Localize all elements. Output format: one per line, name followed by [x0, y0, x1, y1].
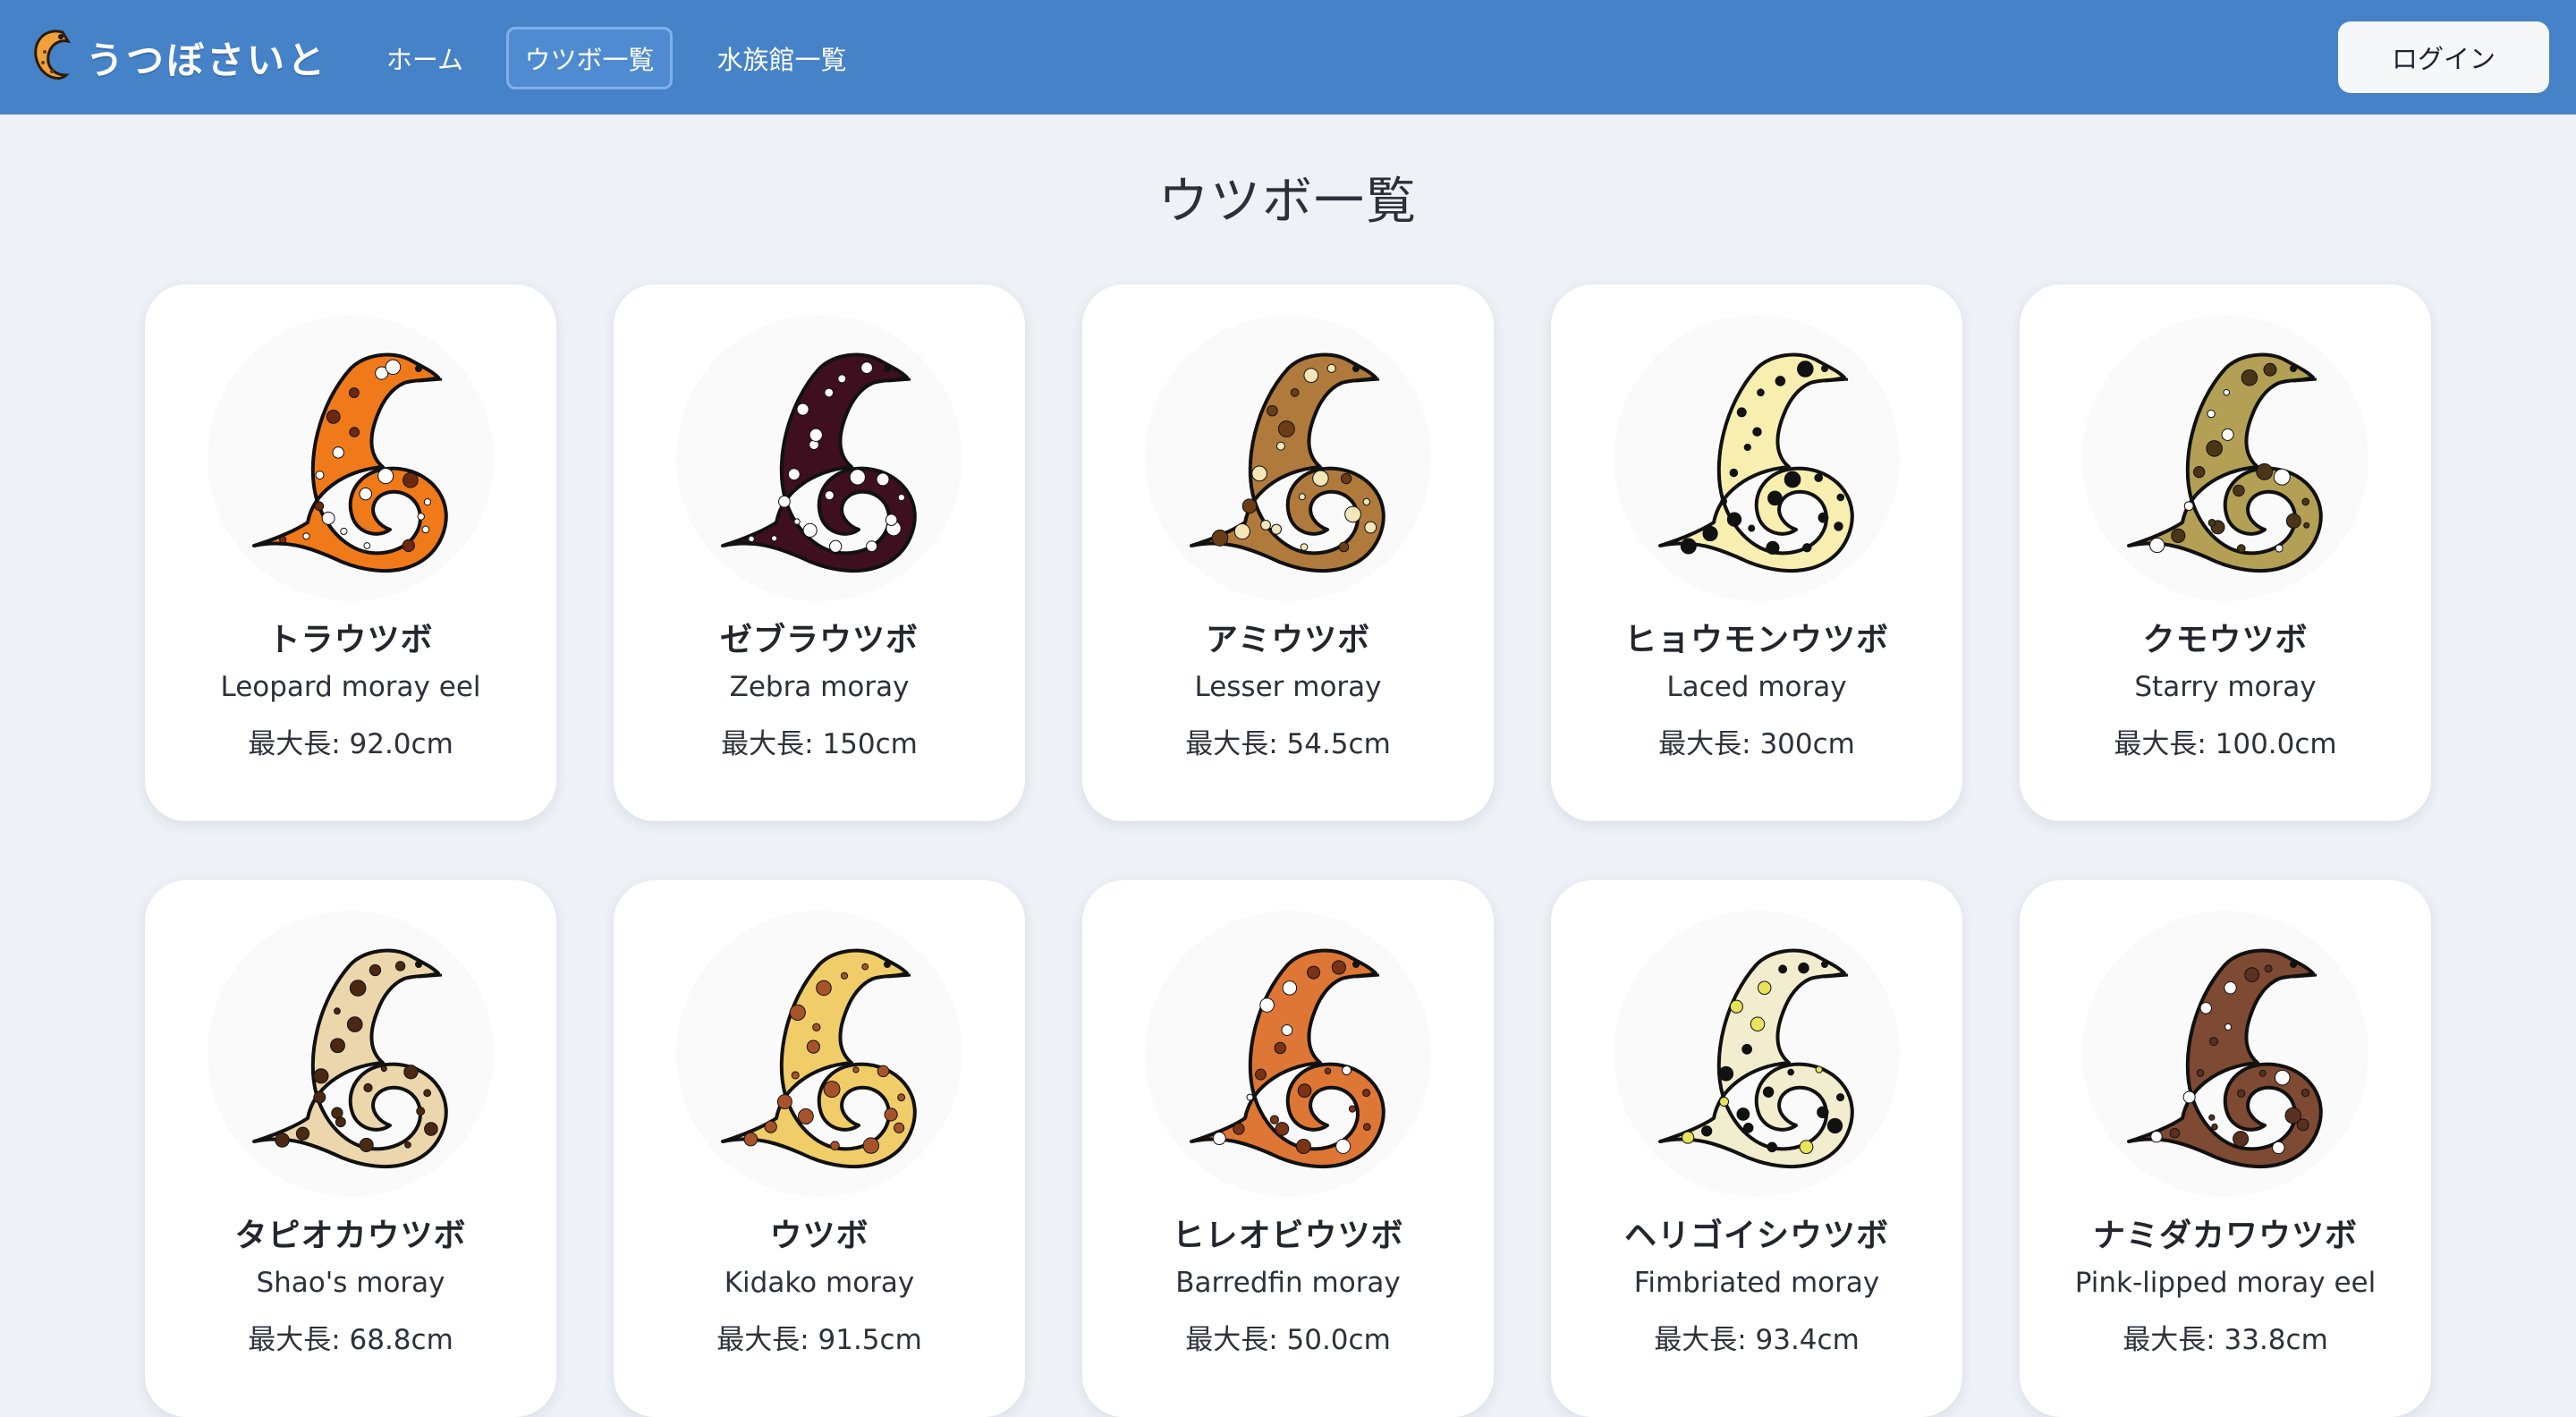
zebra-moray-icon: [676, 352, 962, 605]
species-name-en: Leopard moray eel: [220, 671, 481, 703]
species-card-2[interactable]: ゼブラウツボ Zebra moray 最大長: 150cm: [614, 284, 1025, 821]
kidako-moray-icon: [676, 948, 962, 1201]
nav-link-aquarium-list[interactable]: 水族館一覧: [701, 27, 862, 89]
shaos-moray-icon: [208, 948, 494, 1201]
species-card-5[interactable]: クモウツボ Starry moray 最大長: 100.0cm: [2020, 284, 2431, 821]
page-title: ウツボ一覧: [1158, 173, 1418, 231]
leopard-moray-icon: [208, 352, 494, 605]
species-name-ja: ヒレオビウツボ: [1172, 1218, 1404, 1254]
species-image: [1614, 911, 1900, 1197]
species-card-10[interactable]: ナミダカワウツボ Pink-lipped moray eel 最大長: 33.8…: [2020, 880, 2431, 1417]
species-name-ja: ゼブラウツボ: [719, 622, 919, 658]
species-card-1[interactable]: トラウツボ Leopard moray eel 最大長: 92.0cm: [145, 284, 556, 821]
species-image: [208, 315, 494, 601]
login-button[interactable]: ログイン: [2338, 21, 2549, 93]
pink-lipped-moray-icon: [2082, 948, 2368, 1201]
species-max-length: 最大長: 91.5cm: [716, 1324, 922, 1356]
species-name-ja: アミウツボ: [1205, 622, 1371, 658]
species-image: [1145, 911, 1431, 1197]
species-card-4[interactable]: ヒョウモンウツボ Laced moray 最大長: 300cm: [1551, 284, 1962, 821]
species-max-length: 最大長: 54.5cm: [1185, 728, 1391, 760]
species-image: [1614, 315, 1900, 601]
laced-moray-icon: [1614, 352, 1900, 605]
species-name-en: Kidako moray: [724, 1267, 915, 1299]
species-image: [2082, 911, 2368, 1197]
species-name-ja: ヘリゴイシウツボ: [1623, 1218, 1889, 1254]
species-name-ja: クモウツボ: [2142, 622, 2309, 658]
species-max-length: 最大長: 92.0cm: [248, 728, 453, 760]
species-card-3[interactable]: アミウツボ Lesser moray 最大長: 54.5cm: [1082, 284, 1494, 821]
species-max-length: 最大長: 100.0cm: [2114, 728, 2337, 760]
species-name-en: Pink-lipped moray eel: [2074, 1267, 2377, 1299]
top-navbar: うつぼさいと ホーム ウツボ一覧 水族館一覧 ログイン: [0, 0, 2576, 115]
starry-moray-icon: [2082, 352, 2368, 605]
brand-title: うつぼさいと: [86, 38, 328, 82]
moray-eel-logo-icon: [27, 23, 82, 91]
species-name-en: Barredfin moray: [1175, 1267, 1401, 1299]
species-name-en: Starry moray: [2134, 671, 2317, 703]
species-max-length: 最大長: 33.8cm: [2123, 1324, 2328, 1356]
brand-logo-link[interactable]: うつぼさいと: [27, 23, 327, 91]
species-max-length: 最大長: 93.4cm: [1654, 1324, 1860, 1356]
species-card-9[interactable]: ヘリゴイシウツボ Fimbriated moray 最大長: 93.4cm: [1551, 880, 1962, 1417]
species-image: [208, 911, 494, 1197]
species-image: [2082, 315, 2368, 601]
nav-link-home[interactable]: ホーム: [376, 27, 474, 89]
species-max-length: 最大長: 50.0cm: [1185, 1324, 1391, 1356]
species-image: [1145, 315, 1431, 601]
species-name-en: Laced moray: [1666, 671, 1847, 703]
species-name-en: Lesser moray: [1194, 671, 1382, 703]
species-card-7[interactable]: ウツボ Kidako moray 最大長: 91.5cm: [614, 880, 1025, 1417]
species-image: [676, 315, 962, 601]
lesser-moray-icon: [1145, 352, 1431, 605]
fimbriated-moray-icon: [1614, 948, 1900, 1201]
species-max-length: 最大長: 300cm: [1658, 728, 1855, 760]
species-name-en: Fimbriated moray: [1633, 1267, 1880, 1299]
species-name-ja: トラウツボ: [267, 622, 434, 658]
species-max-length: 最大長: 68.8cm: [248, 1324, 453, 1356]
nav-link-moray-list[interactable]: ウツボ一覧: [506, 27, 673, 89]
species-card-8[interactable]: ヒレオビウツボ Barredfin moray 最大長: 50.0cm: [1082, 880, 1494, 1417]
species-card-6[interactable]: タピオカウツボ Shao's moray 最大長: 68.8cm: [145, 880, 556, 1417]
barredfin-moray-icon: [1145, 948, 1431, 1201]
species-name-en: Zebra moray: [729, 671, 910, 703]
species-name-ja: ヒョウモンウツボ: [1623, 622, 1889, 658]
species-grid: トラウツボ Leopard moray eel 最大長: 92.0cm ゼブラウ…: [145, 284, 2431, 1417]
species-name-ja: ナミダカワウツボ: [2092, 1218, 2358, 1254]
species-name-ja: タピオカウツボ: [234, 1218, 467, 1254]
species-image: [676, 911, 962, 1197]
species-name-en: Shao's moray: [256, 1267, 445, 1299]
species-max-length: 最大長: 150cm: [721, 728, 918, 760]
species-name-ja: ウツボ: [769, 1218, 869, 1254]
